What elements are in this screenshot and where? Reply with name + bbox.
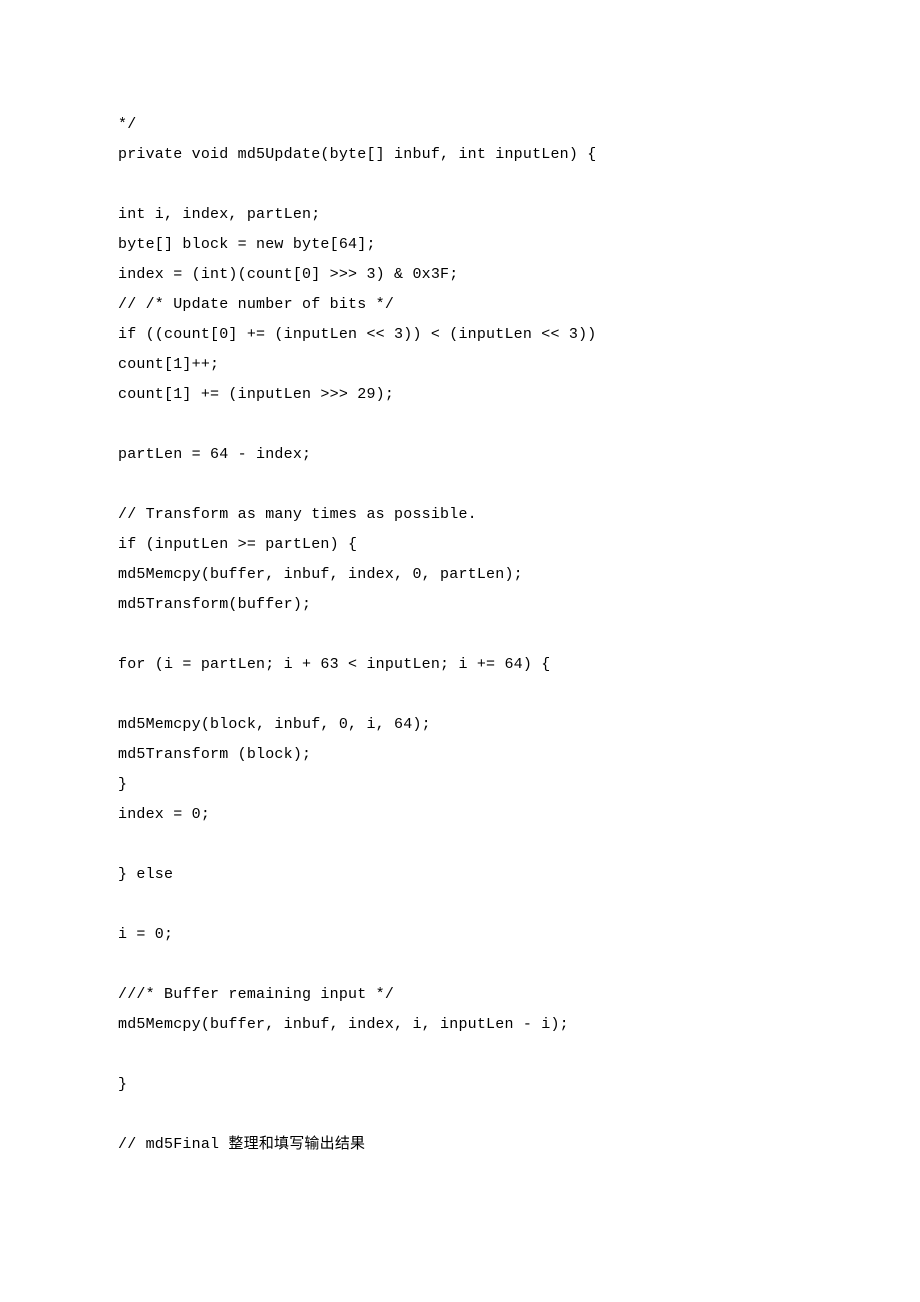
code-block: */ private void md5Update(byte[] inbuf, …	[118, 116, 596, 1153]
code-page: */ private void md5Update(byte[] inbuf, …	[0, 0, 920, 1302]
